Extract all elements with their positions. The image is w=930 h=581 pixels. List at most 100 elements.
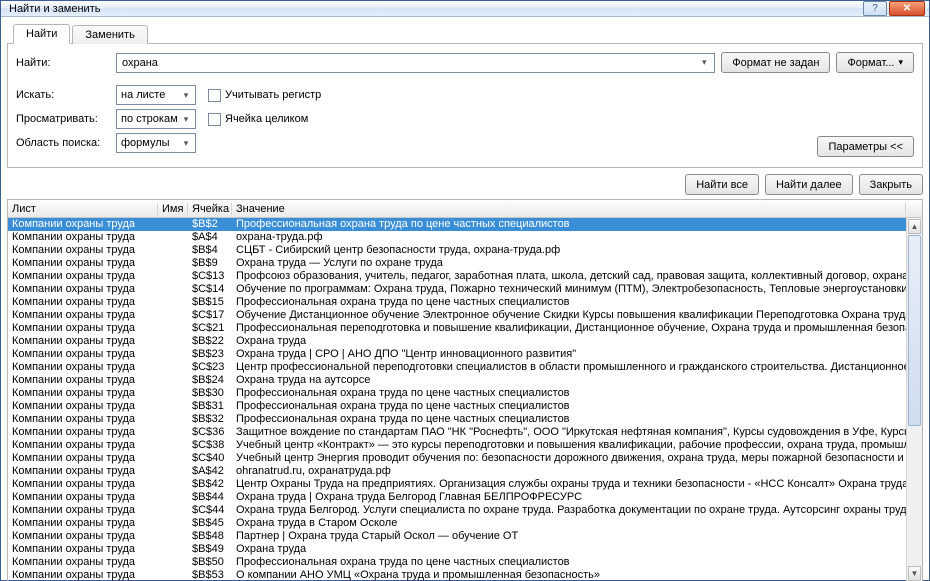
- cell-sheet: Компании охраны труда: [8, 387, 158, 400]
- format-unset-button[interactable]: Формат не задан: [721, 52, 830, 73]
- cell-value: Учебный центр «Контракт» — это курсы пер…: [232, 439, 906, 452]
- col-sheet[interactable]: Лист: [8, 203, 158, 215]
- table-row[interactable]: Компании охраны труда$B$4СЦБТ - Сибирски…: [8, 244, 922, 257]
- tab-replace[interactable]: Заменить: [72, 25, 147, 44]
- help-button[interactable]: ?: [863, 1, 887, 16]
- col-cell[interactable]: Ячейка: [188, 203, 232, 215]
- close-button[interactable]: Закрыть: [859, 174, 923, 195]
- table-row[interactable]: Компании охраны труда$B$48Партнер | Охра…: [8, 530, 922, 543]
- label-scope: Область поиска:: [16, 137, 116, 149]
- label-scan: Просматривать:: [16, 113, 116, 125]
- cell-cell: $B$2: [188, 218, 232, 231]
- select-look[interactable]: на листе ▾: [116, 85, 196, 105]
- cell-cell: $B$30: [188, 387, 232, 400]
- table-row[interactable]: Компании охраны труда $B$2Профессиональна…: [8, 218, 922, 231]
- table-row[interactable]: Компании охраны труда$A$4охрана-труда.рф: [8, 231, 922, 244]
- select-scope[interactable]: формулы ▾: [116, 133, 196, 153]
- table-row[interactable]: Компании охраны труда$C$44Охрана труда Б…: [8, 504, 922, 517]
- table-row[interactable]: Компании охраны труда$C$36Защитное вожде…: [8, 426, 922, 439]
- cell-value: Профессиональная охрана труда по цене ча…: [232, 218, 906, 231]
- cell-sheet: Компании охраны труда: [8, 569, 158, 581]
- table-row[interactable]: Компании охраны труда$B$22Охрана труда: [8, 335, 922, 348]
- cell-value: Защитное вождение по стандартам ПАО "НК …: [232, 426, 906, 439]
- cell-sheet: Компании охраны труда: [8, 556, 158, 569]
- cell-name: [158, 335, 188, 348]
- scroll-down-icon[interactable]: ▼: [908, 566, 921, 581]
- tab-find[interactable]: Найти: [13, 24, 70, 44]
- label-find: Найти:: [16, 57, 116, 69]
- table-row[interactable]: Компании охраны труда$B$31Профессиональн…: [8, 400, 922, 413]
- col-name[interactable]: Имя: [158, 203, 188, 215]
- checkbox-icon: [208, 89, 221, 102]
- table-row[interactable]: Компании охраны труда$B$45Охрана труда в…: [8, 517, 922, 530]
- cell-cell: $C$21: [188, 322, 232, 335]
- format-button[interactable]: Формат...▾: [836, 52, 914, 73]
- table-row[interactable]: Компании охраны труда$B$23Охрана труда |…: [8, 348, 922, 361]
- table-row[interactable]: Компании охраны труда$B$53О компании АНО…: [8, 569, 922, 581]
- cell-cell: $A$4: [188, 231, 232, 244]
- cell-name: [158, 413, 188, 426]
- cell-sheet: Компании охраны труда: [8, 257, 158, 270]
- cell-sheet: Компании охраны труда: [8, 452, 158, 465]
- cell-sheet: Компании охраны труда: [8, 504, 158, 517]
- cell-cell: $B$9: [188, 257, 232, 270]
- cell-sheet: Компании охраны труда: [8, 465, 158, 478]
- cell-value: Обучение по программам: Охрана труда, По…: [232, 283, 906, 296]
- cell-cell: $C$36: [188, 426, 232, 439]
- table-row[interactable]: Компании охраны труда$B$30Профессиональн…: [8, 387, 922, 400]
- params-button[interactable]: Параметры <<: [817, 136, 914, 157]
- table-row[interactable]: Компании охраны труда$B$24Охрана труда н…: [8, 374, 922, 387]
- cell-sheet: Компании охраны труда: [8, 335, 158, 348]
- table-row[interactable]: Компании охраны труда$C$38Учебный центр …: [8, 439, 922, 452]
- cell-value: Обучение Дистанционное обучение Электрон…: [232, 309, 906, 322]
- cell-name: [158, 491, 188, 504]
- table-row[interactable]: Компании охраны труда$C$14Обучение по пр…: [8, 283, 922, 296]
- cell-name: [158, 426, 188, 439]
- cell-sheet: Компании охраны труда: [8, 283, 158, 296]
- table-row[interactable]: Компании охраны труда$B$42Центр Охраны Т…: [8, 478, 922, 491]
- cell-cell: $B$49: [188, 543, 232, 556]
- cell-name: [158, 465, 188, 478]
- table-row[interactable]: Компании охраны труда$C$23Центр професси…: [8, 361, 922, 374]
- checkbox-case[interactable]: Учитывать регистр: [208, 89, 321, 102]
- cell-sheet: Компании охраны труда: [8, 439, 158, 452]
- find-next-button[interactable]: Найти далее: [765, 174, 853, 195]
- checkbox-whole[interactable]: Ячейка целиком: [208, 113, 308, 126]
- search-input-wrap[interactable]: ▾: [116, 53, 715, 73]
- table-row[interactable]: Компании охраны труда$B$49Охрана труда: [8, 543, 922, 556]
- col-value[interactable]: Значение: [232, 203, 906, 215]
- table-row[interactable]: Компании охраны труда$C$17Обучение Диста…: [8, 309, 922, 322]
- table-row[interactable]: Компании охраны труда$C$21Профессиональн…: [8, 322, 922, 335]
- cell-sheet: Компании охраны труда: [8, 400, 158, 413]
- cell-sheet: Компании охраны труда: [8, 517, 158, 530]
- cell-name: [158, 556, 188, 569]
- table-row[interactable]: Компании охраны труда$B$44Охрана труда |…: [8, 491, 922, 504]
- table-row[interactable]: Компании охраны труда $B$9Охрана труда — …: [8, 257, 922, 270]
- table-row[interactable]: Компании охраны труда$C$13Профсоюз образ…: [8, 270, 922, 283]
- results-body[interactable]: Компании охраны труда $B$2Профессиональна…: [8, 218, 922, 581]
- table-row[interactable]: Компании охраны труда$B$15Профессиональн…: [8, 296, 922, 309]
- cell-sheet: Компании охраны труда: [8, 218, 158, 231]
- search-history-dropdown[interactable]: ▾: [697, 57, 711, 68]
- cell-name: [158, 218, 188, 231]
- window-title: Найти и заменить: [9, 3, 861, 15]
- close-window-button[interactable]: ✕: [889, 1, 925, 16]
- chevron-down-icon: ▾: [898, 57, 903, 68]
- scroll-thumb[interactable]: [908, 235, 921, 426]
- cell-name: [158, 374, 188, 387]
- vertical-scrollbar[interactable]: ▲ ▼: [906, 218, 922, 581]
- cell-value: Центр Охраны Труда на предприятиях. Орга…: [232, 478, 906, 491]
- search-input[interactable]: [120, 56, 697, 70]
- find-all-button[interactable]: Найти все: [685, 174, 759, 195]
- table-row[interactable]: Компании охраны труда$A$42ohranatrud.ru,…: [8, 465, 922, 478]
- cell-sheet: Компании охраны труда: [8, 478, 158, 491]
- scroll-up-icon[interactable]: ▲: [908, 219, 921, 234]
- table-row[interactable]: Компании охраны труда$C$40Учебный центр …: [8, 452, 922, 465]
- select-scan[interactable]: по строкам ▾: [116, 109, 196, 129]
- scroll-track[interactable]: [908, 235, 921, 565]
- cell-name: [158, 244, 188, 257]
- table-row[interactable]: Компании охраны труда$B$32Профессиональн…: [8, 413, 922, 426]
- cell-cell: $B$31: [188, 400, 232, 413]
- cell-value: Охрана труда — Услуги по охране труда: [232, 257, 906, 270]
- table-row[interactable]: Компании охраны труда$B$50Профессиональн…: [8, 556, 922, 569]
